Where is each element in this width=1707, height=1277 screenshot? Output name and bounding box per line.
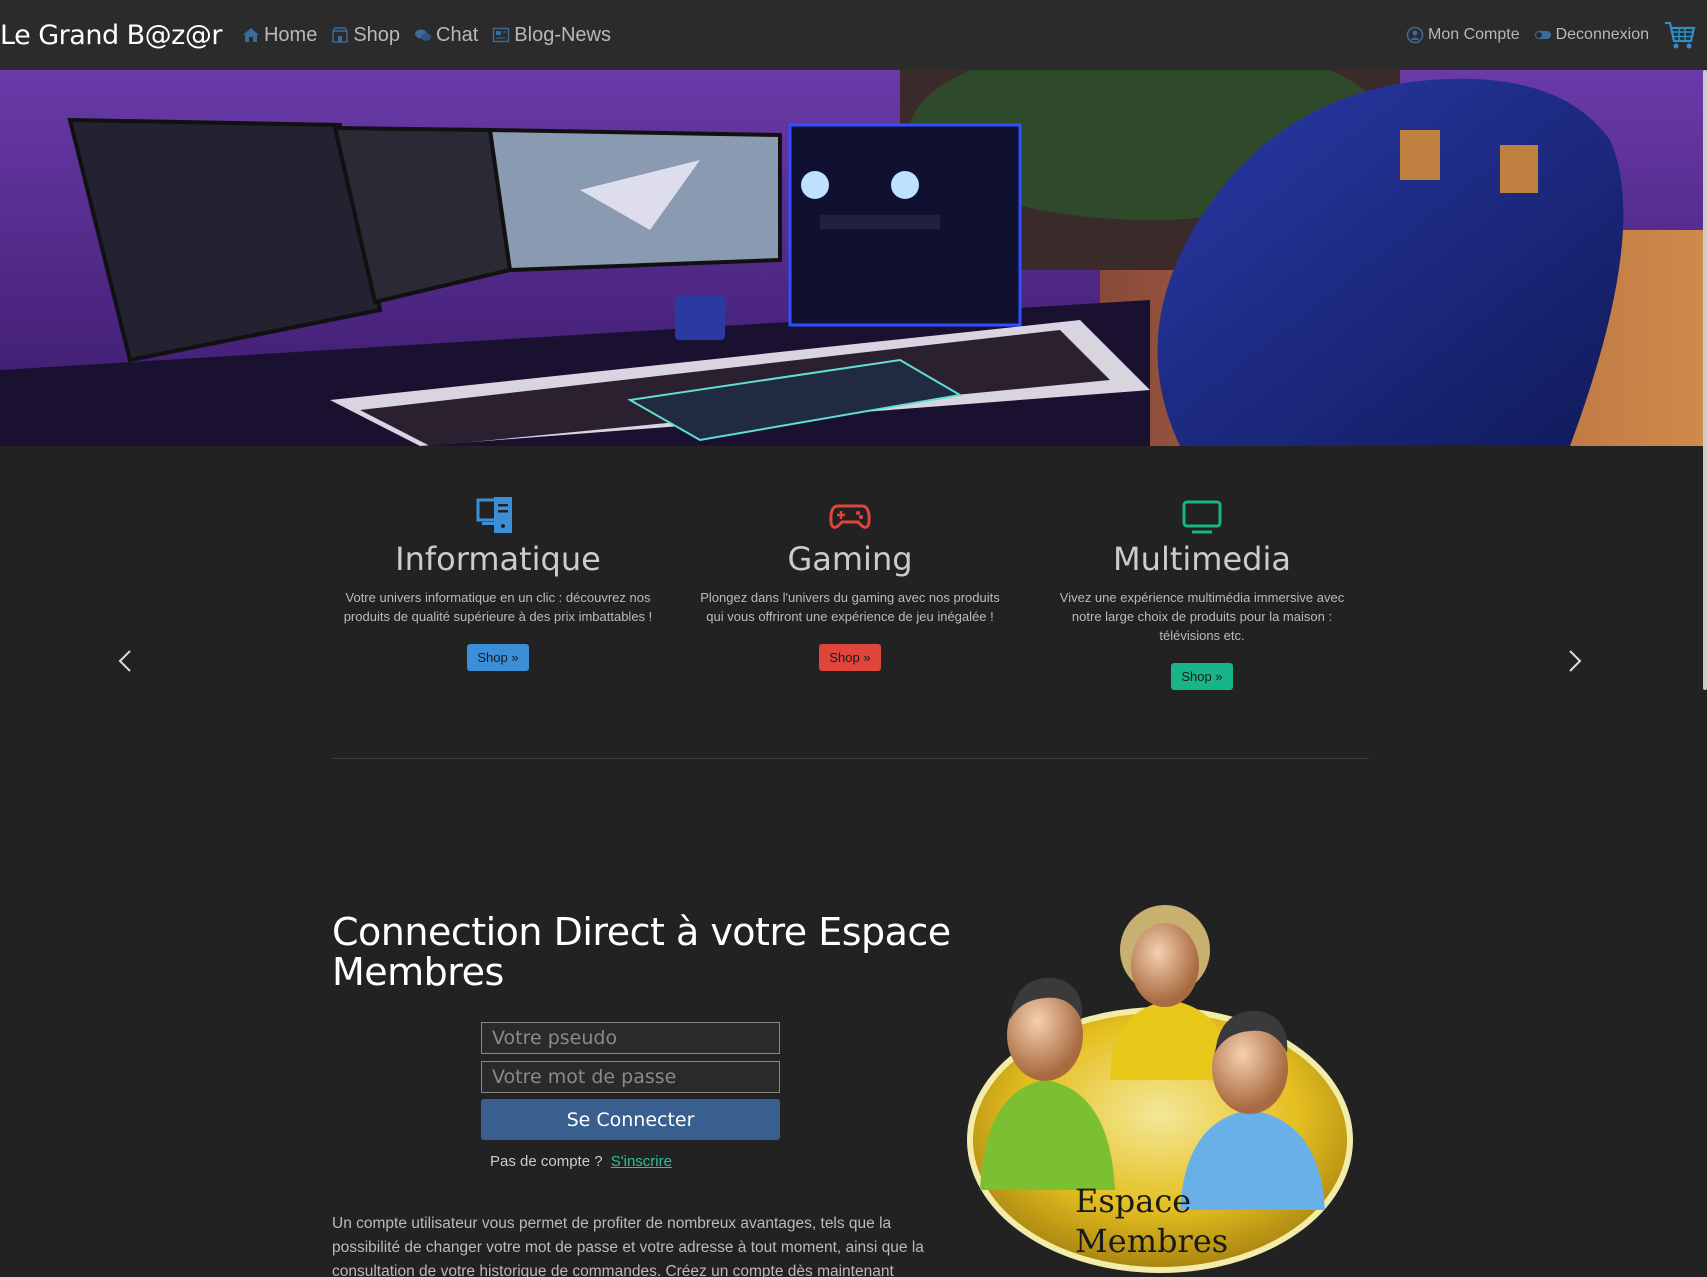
feature-multimedia: Multimedia Vivez une expérience multiméd… <box>1037 446 1367 690</box>
shop-informatique-button[interactable]: Shop » <box>467 644 529 671</box>
shop-multimedia-button[interactable]: Shop » <box>1171 663 1233 690</box>
nav-account[interactable]: Mon Compte <box>1406 26 1520 44</box>
nav-shop[interactable]: Shop <box>331 24 400 47</box>
chevron-left-icon[interactable] <box>110 646 140 676</box>
feature-description: Vivez une expérience multimédia immersiv… <box>1059 590 1345 643</box>
tv-icon <box>1182 500 1222 534</box>
username-input[interactable] <box>481 1022 780 1054</box>
nav-blog[interactable]: Blog-News <box>492 24 611 47</box>
no-account-text: Pas de compte ? <box>490 1153 603 1170</box>
brand-logo[interactable]: Le Grand B@z@r <box>0 20 222 51</box>
members-badge-line1: Espace <box>1075 1182 1191 1220</box>
toggle-icon <box>1534 31 1551 39</box>
feature-title: Informatique <box>395 540 601 578</box>
nav-logout-label: Deconnexion <box>1555 26 1649 43</box>
feature-description: Votre univers informatique en un clic : … <box>343 590 653 624</box>
section-divider <box>332 758 1369 759</box>
feature-gaming: Gaming Plongez dans l'univers du gaming … <box>685 446 1015 671</box>
nav-home-label: Home <box>263 23 318 46</box>
cart-icon[interactable] <box>1663 18 1697 52</box>
password-input[interactable] <box>481 1061 780 1093</box>
feature-description: Plongez dans l'univers du gaming avec no… <box>700 590 1000 624</box>
login-heading: Connection Direct à votre Espace Membres <box>332 910 951 994</box>
members-badge-line2: Membres <box>1075 1222 1228 1260</box>
shop-icon <box>332 27 349 43</box>
shop-gaming-button[interactable]: Shop » <box>819 644 881 671</box>
home-icon <box>242 28 259 42</box>
nav-logout[interactable]: Deconnexion <box>1534 26 1649 44</box>
nav-shop-label: Shop <box>353 23 401 46</box>
nav-home[interactable]: Home <box>242 24 317 47</box>
user-circle-icon <box>1406 26 1424 44</box>
nav-chat-label: Chat <box>436 23 479 46</box>
gaming-setup-illustration <box>0 70 1707 446</box>
account-description: Un compte utilisateur vous permet de pro… <box>332 1215 924 1277</box>
chat-icon <box>415 29 432 41</box>
category-carousel: Informatique Votre univers informatique … <box>0 446 1707 746</box>
main-nav: Home Shop Chat Blog-News <box>242 24 625 47</box>
feature-title: Multimedia <box>1113 540 1291 578</box>
chevron-right-icon[interactable] <box>1560 646 1590 676</box>
nav-blog-label: Blog-News <box>514 23 611 46</box>
nav-chat[interactable]: Chat <box>414 24 478 47</box>
signup-link[interactable]: S'inscrire <box>611 1153 672 1170</box>
blog-icon <box>493 27 510 43</box>
gamepad-icon <box>829 504 871 529</box>
top-navbar: Le Grand B@z@r Home Shop Chat Blog-News … <box>0 0 1707 70</box>
feature-title: Gaming <box>787 540 913 578</box>
computer-icon <box>476 497 512 533</box>
feature-informatique: Informatique Votre univers informatique … <box>333 446 663 671</box>
signup-prompt: Pas de compte ? S'inscrire <box>490 1153 672 1170</box>
user-nav: Mon Compte Deconnexion <box>1406 0 1707 70</box>
login-button[interactable]: Se Connecter <box>481 1099 780 1140</box>
nav-account-label: Mon Compte <box>1428 26 1520 43</box>
hero-banner-image <box>0 70 1707 446</box>
members-area-illustration: Espace Membres <box>967 905 1353 1273</box>
